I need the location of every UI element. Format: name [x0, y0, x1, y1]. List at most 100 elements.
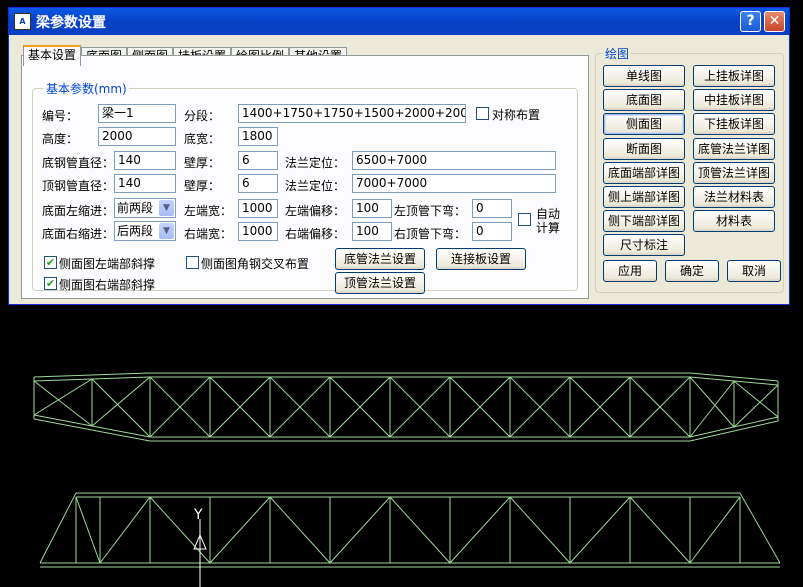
middle-hanger-detail-button[interactable]: 中挂板详图: [693, 89, 775, 111]
wall-thickness-label-2: 壁厚：: [184, 179, 221, 193]
id-label: 编号：: [42, 109, 79, 123]
truss-diagonal: [269, 496, 331, 564]
wall-thickness-input-1[interactable]: 6: [238, 151, 278, 170]
angle-cross-checkbox[interactable]: [186, 256, 199, 269]
dimension-button[interactable]: 尺寸标注: [603, 234, 685, 256]
draw-group-legend: 绘图: [603, 45, 632, 62]
right-end-width-label: 右端宽：: [184, 227, 233, 241]
bottom-width-label: 底宽：: [184, 132, 221, 146]
left-end-width-input[interactable]: 1000: [238, 199, 278, 218]
symmetric-checkbox[interactable]: [476, 107, 489, 120]
bottom-view-button[interactable]: 底面图: [603, 89, 685, 111]
side-upper-end-detail-button[interactable]: 侧上端部详图: [603, 186, 685, 208]
right-bend-label: 右顶管下弯：: [394, 227, 467, 241]
dialog-window: A 梁参数设置 ? ✕ 基本设置 底面图 侧面图 挂板设置 绘图比例 其他设置 …: [8, 7, 790, 305]
window-title: 梁参数设置: [36, 15, 106, 31]
truss-diagonal: [75, 496, 101, 564]
close-button[interactable]: ✕: [764, 11, 785, 32]
right-offset-input[interactable]: 100: [352, 222, 392, 241]
flange-material-table-button[interactable]: 法兰材料表: [693, 186, 775, 208]
ok-button[interactable]: 确定: [665, 260, 719, 282]
title-bar[interactable]: A 梁参数设置 ? ✕: [9, 8, 789, 35]
cancel-button[interactable]: 取消: [727, 260, 781, 282]
flange-position-input-2[interactable]: 7000+7000: [352, 174, 556, 193]
chevron-down-icon[interactable]: ▼: [159, 200, 174, 216]
truss-diagonal: [91, 376, 151, 427]
left-brace-label: 侧面图左端部斜撑: [59, 257, 156, 271]
side-lower-end-detail-button[interactable]: 侧下端部详图: [603, 210, 685, 232]
section-view-button[interactable]: 断面图: [603, 138, 685, 160]
left-bend-label: 左顶管下弯：: [394, 204, 467, 218]
side-view-button[interactable]: 侧面图: [603, 113, 685, 135]
right-bend-input[interactable]: 0: [472, 222, 512, 241]
truss-diagonal: [689, 376, 735, 428]
left-end-width-label: 左端宽：: [184, 204, 233, 218]
help-button[interactable]: ?: [740, 11, 761, 32]
bottom-right-shrink-select[interactable]: 后两段 ▼: [114, 221, 176, 241]
left-offset-input[interactable]: 100: [352, 199, 392, 218]
segment-input[interactable]: 1400+1750+1750+1500+2000+2000+2000+: [238, 104, 466, 123]
bottom-width-input[interactable]: 1800: [238, 127, 278, 146]
material-table-button[interactable]: 材料表: [693, 210, 775, 232]
right-brace-checkbox[interactable]: ✔: [44, 277, 57, 290]
y-axis-label: Y: [193, 507, 203, 523]
truss-side-view: [39, 492, 781, 568]
truss-diagonal: [509, 496, 571, 564]
bottom-left-shrink-label: 底面左缩进：: [42, 204, 115, 218]
truss-diagonal: [733, 384, 779, 428]
bottom-flange-detail-button[interactable]: 底管法兰详图: [693, 138, 775, 160]
right-end-width-input[interactable]: 1000: [238, 222, 278, 241]
lower-hanger-detail-button[interactable]: 下挂板详图: [693, 113, 775, 135]
top-flange-settings-button[interactable]: 顶管法兰设置: [335, 272, 425, 294]
upper-hanger-detail-button[interactable]: 上挂板详图: [693, 65, 775, 87]
wall-thickness-label-1: 壁厚：: [184, 156, 221, 170]
bottom-flange-settings-button[interactable]: 底管法兰设置: [335, 248, 425, 270]
truss-diagonal: [733, 380, 779, 418]
truss-diagonal: [569, 496, 631, 564]
id-input[interactable]: 梁一1: [98, 104, 176, 123]
height-input[interactable]: 2000: [98, 127, 176, 146]
connect-plate-settings-button[interactable]: 连接板设置: [436, 248, 526, 270]
cad-drawing-canvas[interactable]: Y: [0, 305, 803, 587]
height-label: 高度：: [42, 132, 79, 146]
flange-position-label-1: 法兰定位：: [285, 156, 346, 170]
angle-cross-label: 侧面图角钢交叉布置: [201, 257, 310, 271]
truss-diagonal: [33, 380, 93, 427]
top-pipe-diameter-input[interactable]: 140: [114, 174, 176, 193]
bottom-left-shrink-select[interactable]: 前两段 ▼: [114, 198, 176, 218]
truss-diagonal: [629, 496, 691, 564]
single-line-button[interactable]: 单线图: [603, 65, 685, 87]
bottom-right-shrink-label: 底面右缩进：: [42, 227, 115, 241]
bottom-right-shrink-value: 后两段: [117, 224, 154, 238]
tab-panel: 基本参数(mm) 编号： 梁一1 分段： 1400+1750+1750+1500…: [21, 55, 589, 299]
y-axis-indicator: [193, 519, 207, 587]
truss-diagonal: [389, 496, 451, 564]
left-brace-checkbox[interactable]: ✔: [44, 256, 57, 269]
truss-diagonal: [329, 496, 391, 564]
cad-app-icon: A: [14, 13, 31, 30]
bottom-left-shrink-value: 前两段: [117, 201, 154, 215]
symmetric-label: 对称布置: [492, 108, 541, 122]
truss-diagonal: [209, 496, 271, 564]
wall-thickness-input-2[interactable]: 6: [238, 174, 278, 193]
segment-label: 分段：: [184, 109, 221, 123]
chevron-down-icon[interactable]: ▼: [159, 223, 174, 239]
top-flange-detail-button[interactable]: 顶管法兰详图: [693, 162, 775, 184]
truss-diagonal: [99, 496, 151, 564]
bottom-pipe-diameter-label: 底钢管直径：: [42, 156, 115, 170]
right-offset-label: 右端偏移：: [285, 227, 346, 241]
auto-calc-label-2: 计算: [536, 221, 561, 235]
right-brace-label: 侧面图右端部斜撑: [59, 278, 156, 292]
truss-diagonal: [449, 496, 511, 564]
auto-calc-checkbox[interactable]: [518, 213, 531, 226]
apply-button[interactable]: 应用: [603, 260, 657, 282]
tab-basic-settings[interactable]: 基本设置: [23, 45, 81, 66]
left-bend-input[interactable]: 0: [472, 199, 512, 218]
bottom-pipe-diameter-input[interactable]: 140: [114, 151, 176, 170]
truss-diagonal: [91, 378, 151, 438]
truss-diagonal: [33, 378, 93, 416]
bottom-end-detail-button[interactable]: 底面端部详图: [603, 162, 685, 184]
left-offset-label: 左端偏移：: [285, 204, 346, 218]
basic-params-legend: 基本参数(mm): [44, 80, 129, 97]
flange-position-input-1[interactable]: 6500+7000: [352, 151, 556, 170]
